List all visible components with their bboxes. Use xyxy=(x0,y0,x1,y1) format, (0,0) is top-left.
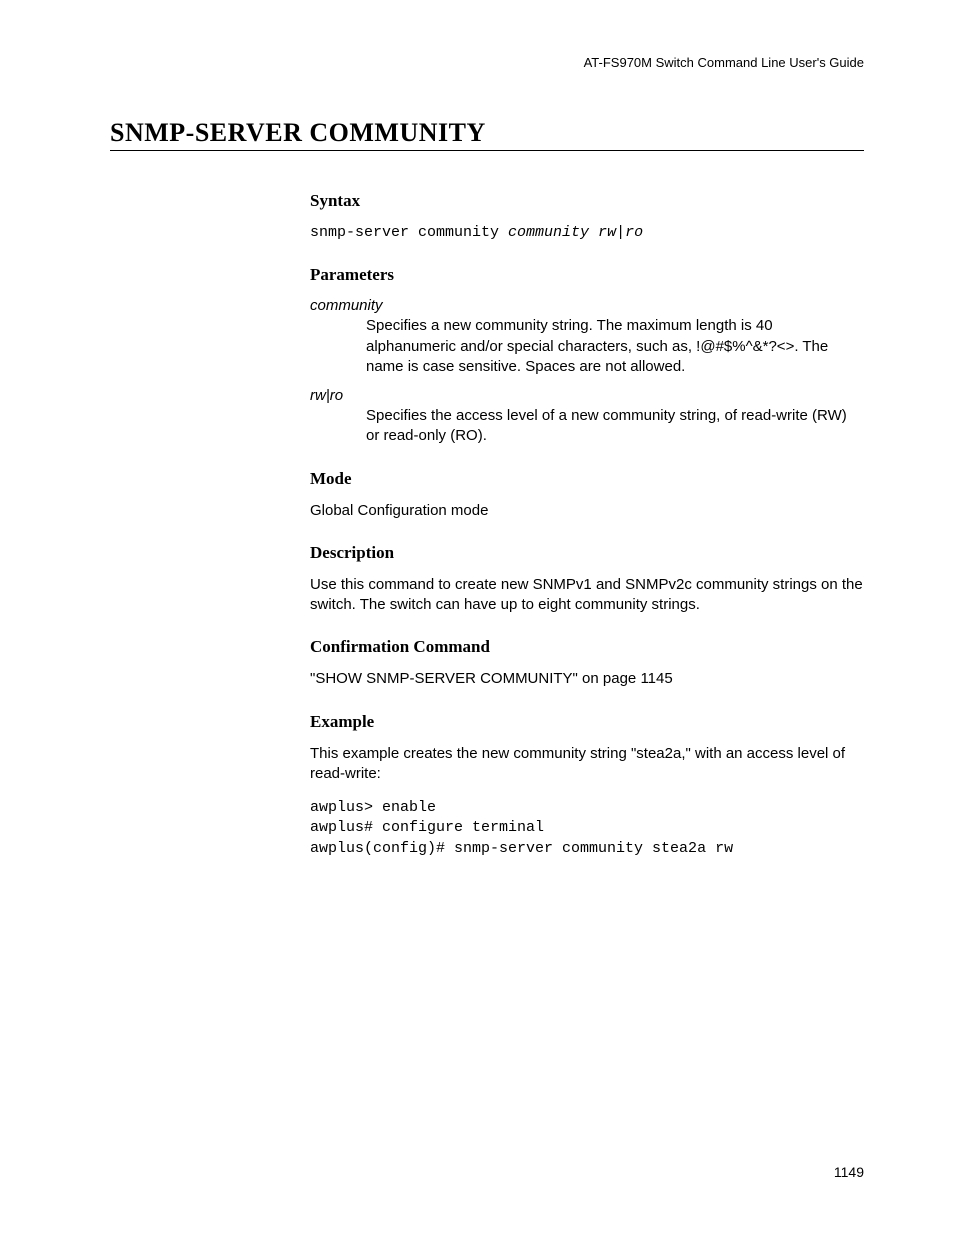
mode-text: Global Configuration mode xyxy=(310,501,864,521)
syntax-heading: Syntax xyxy=(310,191,864,211)
param-desc-rwro: Specifies the access level of a new comm… xyxy=(366,406,864,447)
page-number: 1149 xyxy=(834,1164,864,1180)
example-intro: This example creates the new community s… xyxy=(310,744,864,785)
content-block: Syntax snmp-server community community r… xyxy=(310,191,864,859)
parameters-heading: Parameters xyxy=(310,265,864,285)
param-name-rwro: rw|ro xyxy=(310,387,864,404)
example-heading: Example xyxy=(310,712,864,732)
running-header: AT-FS970M Switch Command Line User's Gui… xyxy=(110,55,864,70)
example-code: awplus> enable awplus# configure termina… xyxy=(310,798,864,859)
syntax-prefix: snmp-server community xyxy=(310,224,508,241)
description-text: Use this command to create new SNMPv1 an… xyxy=(310,575,864,616)
syntax-command: snmp-server community community rw|ro xyxy=(310,223,864,243)
param-desc-community: Specifies a new community string. The ma… xyxy=(366,316,864,377)
param-name-community: community xyxy=(310,297,864,314)
page-container: AT-FS970M Switch Command Line User's Gui… xyxy=(0,0,954,1235)
page-title: SNMP-SERVER COMMUNITY xyxy=(110,118,864,151)
syntax-args: community rw|ro xyxy=(508,224,643,241)
confirmation-text: "SHOW SNMP-SERVER COMMUNITY" on page 114… xyxy=(310,669,864,689)
mode-heading: Mode xyxy=(310,469,864,489)
confirmation-heading: Confirmation Command xyxy=(310,637,864,657)
description-heading: Description xyxy=(310,543,864,563)
